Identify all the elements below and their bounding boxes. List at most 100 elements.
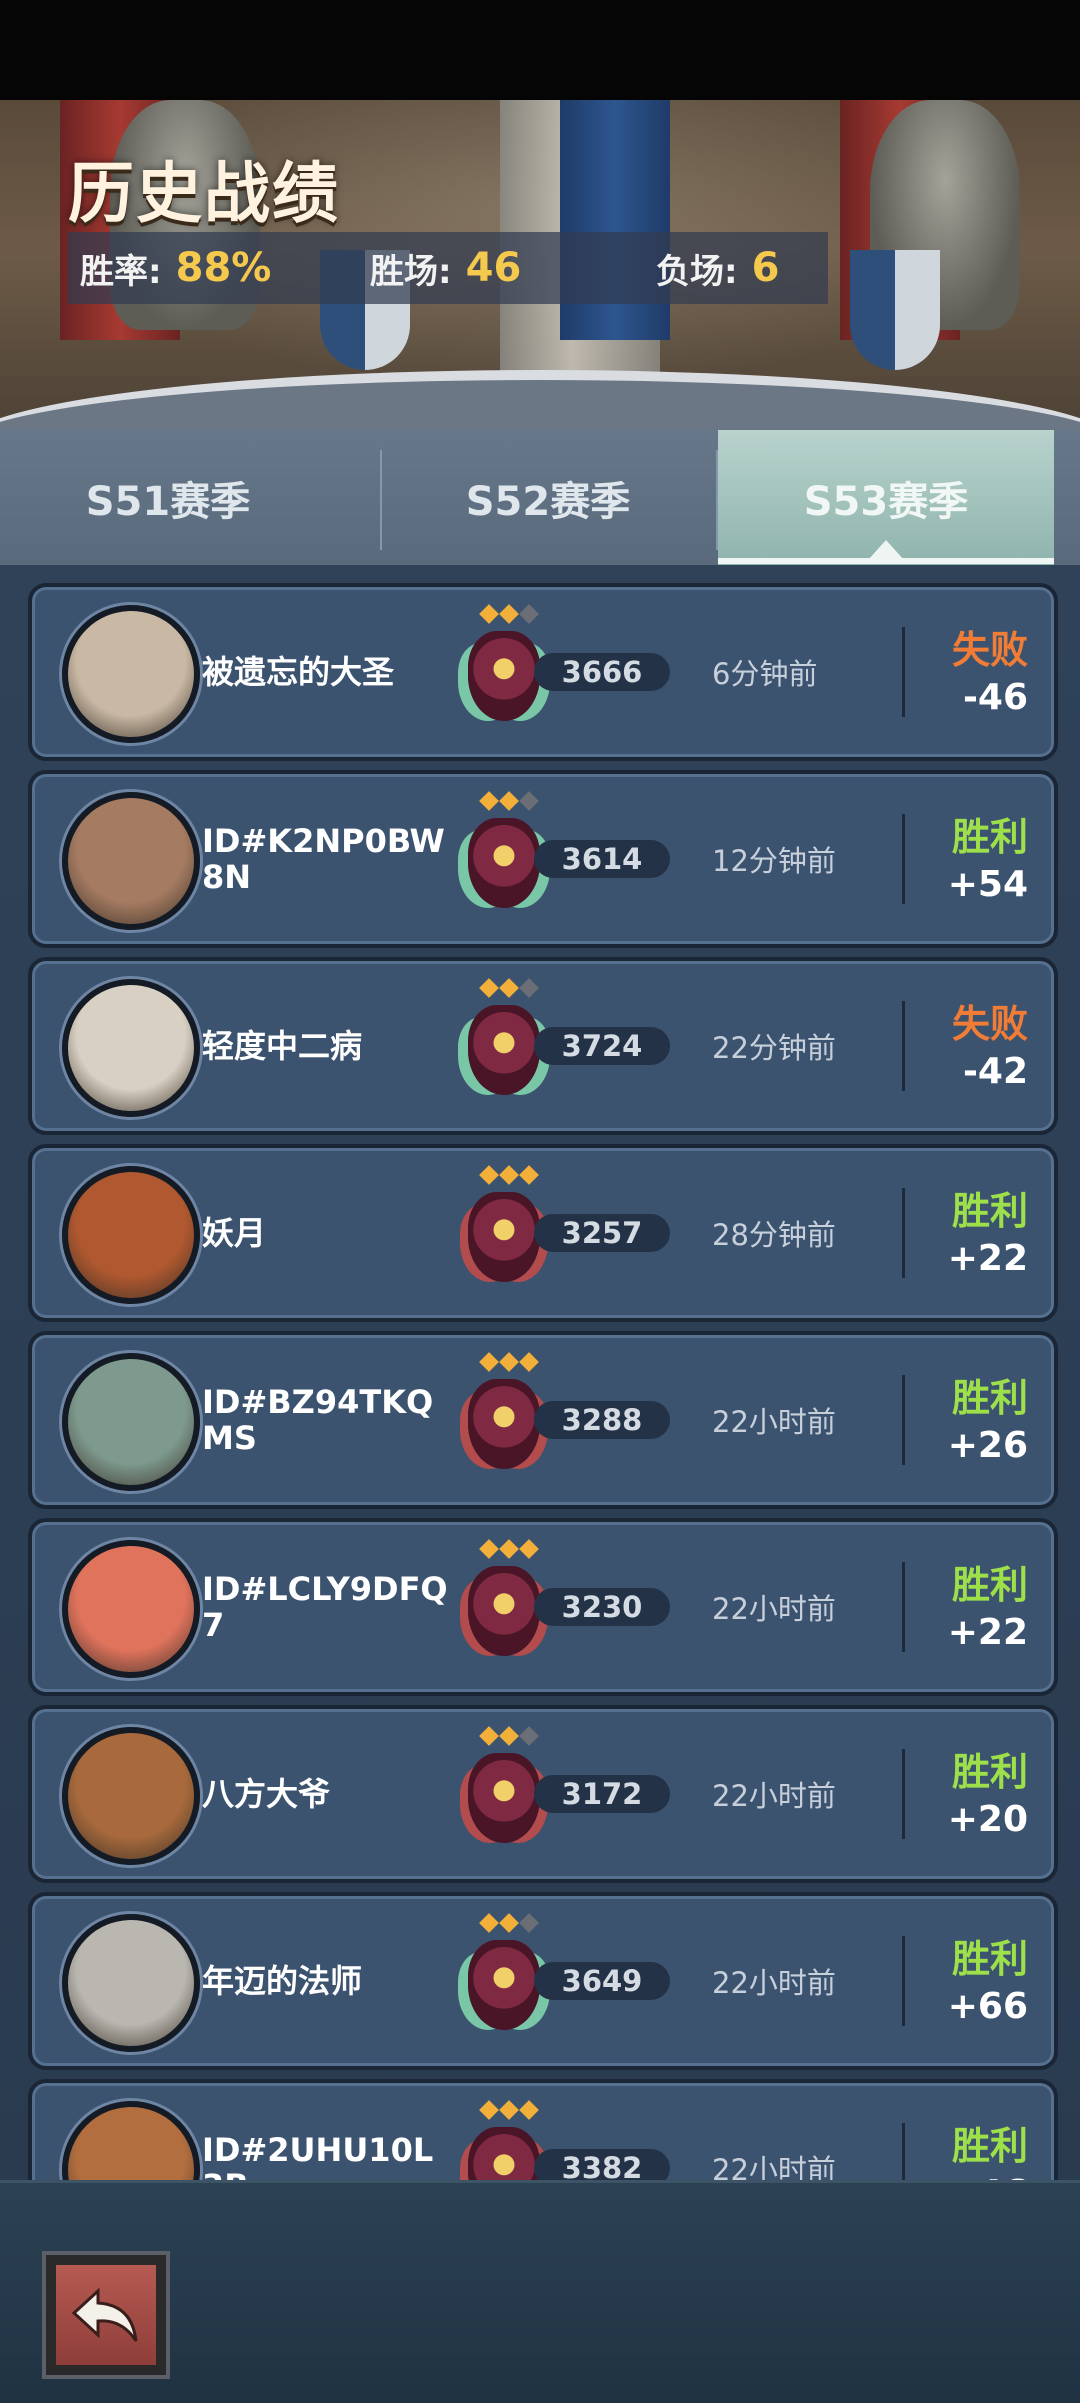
crown-badge-icon — [468, 818, 540, 908]
match-history-list[interactable]: 被遗忘的大圣 3666 6分钟前 失败 -46 ID#K2NP0BW8N 3614 12分钟前… — [0, 565, 1080, 2180]
match-card[interactable]: 妖月 3257 28分钟前 胜利 +22 — [28, 1144, 1058, 1322]
card-divider — [902, 1188, 905, 1278]
rank-star-icon — [519, 604, 539, 624]
rank-star-icon — [519, 1539, 539, 1559]
rank-star-icon — [499, 978, 519, 998]
player-avatar[interactable] — [62, 1540, 200, 1678]
player-name: 年迈的法师 — [202, 1962, 363, 2000]
match-time: 12分钟前 — [712, 844, 836, 878]
rank-star-icon — [479, 791, 499, 811]
shield-decoration — [850, 250, 940, 370]
player-name: ID#BZ94TKQMS — [202, 1383, 434, 1457]
rank-score: 3666 — [534, 653, 670, 691]
tab-s52[interactable]: S52赛季 — [380, 430, 716, 565]
season-tabs: S51赛季 S52赛季 S53赛季 — [0, 430, 1080, 565]
banner-curtain — [560, 100, 670, 340]
page-title: 历史战绩 — [68, 155, 340, 232]
match-time: 22分钟前 — [712, 1031, 836, 1065]
footer-bar — [0, 2180, 1080, 2403]
tab-s51[interactable]: S51赛季 — [0, 430, 336, 565]
player-avatar[interactable] — [62, 1727, 200, 1865]
match-result: 胜利 — [951, 1937, 1028, 1981]
crown-badge-icon — [468, 1192, 540, 1282]
rank-star-icon — [519, 978, 539, 998]
match-card[interactable]: ID#K2NP0BW8N 3614 12分钟前 胜利 +54 — [28, 770, 1058, 948]
match-result: 胜利 — [951, 1189, 1028, 1233]
wins-stat: 胜场: 46 — [370, 244, 521, 293]
player-avatar[interactable] — [62, 792, 200, 930]
player-avatar[interactable] — [62, 605, 200, 743]
banner-arch — [0, 370, 1080, 430]
tab-selected-arrow-icon — [868, 540, 904, 560]
rank-score: 3257 — [534, 1214, 670, 1252]
score-change: +46 — [948, 2173, 1028, 2180]
player-avatar[interactable] — [62, 979, 200, 1117]
match-card[interactable]: ID#2UHU10L3B 3382 22小时前 胜利 +46 — [28, 2079, 1058, 2180]
player-avatar[interactable] — [62, 1166, 200, 1304]
match-time: 22小时前 — [712, 1966, 836, 2000]
crown-badge-icon — [468, 1753, 540, 1843]
crown-badge-icon — [468, 1379, 540, 1469]
rank-star-icon — [499, 1913, 519, 1933]
back-button-face — [56, 2265, 156, 2365]
rank-star-icon — [499, 604, 519, 624]
rank-star-icon — [499, 1539, 519, 1559]
match-card[interactable]: ID#LCLY9DFQ7 3230 22小时前 胜利 +22 — [28, 1518, 1058, 1696]
rank-star-icon — [519, 2100, 539, 2120]
card-divider — [902, 814, 905, 904]
match-card[interactable]: 年迈的法师 3649 22小时前 胜利 +66 — [28, 1892, 1058, 2070]
rank-score: 3288 — [534, 1401, 670, 1439]
match-card[interactable]: 被遗忘的大圣 3666 6分钟前 失败 -46 — [28, 583, 1058, 761]
rank-star-icon — [479, 604, 499, 624]
rank-score: 3724 — [534, 1027, 670, 1065]
match-result: 胜利 — [951, 1563, 1028, 1607]
card-divider — [902, 1375, 905, 1465]
stats-bar: 胜率: 88% 胜场: 46 负场: 6 — [68, 232, 828, 304]
match-result: 失败 — [951, 628, 1028, 672]
wins-value: 46 — [465, 245, 522, 291]
rank-score: 3230 — [534, 1588, 670, 1626]
match-card[interactable]: ID#BZ94TKQMS 3288 22小时前 胜利 +26 — [28, 1331, 1058, 1509]
win-rate-stat: 胜率: 88% — [80, 244, 271, 293]
score-change: -46 — [962, 677, 1028, 718]
rank-star-icon — [499, 2100, 519, 2120]
win-rate-label: 胜率: — [80, 251, 162, 292]
rank-score: 3614 — [534, 840, 670, 878]
losses-stat: 负场: 6 — [656, 244, 779, 293]
crown-badge-icon — [468, 2127, 540, 2180]
match-time: 22小时前 — [712, 1592, 836, 1626]
rank-star-icon — [519, 791, 539, 811]
player-avatar[interactable] — [62, 2101, 200, 2180]
player-name: 妖月 — [202, 1214, 267, 1252]
back-button[interactable] — [42, 2251, 170, 2379]
score-change: -42 — [962, 1051, 1028, 1092]
rank-star-icon — [479, 1913, 499, 1933]
card-divider — [902, 2123, 905, 2180]
player-avatar[interactable] — [62, 1353, 200, 1491]
card-divider — [902, 1936, 905, 2026]
match-time: 22小时前 — [712, 1405, 836, 1439]
back-arrow-icon — [71, 2287, 138, 2342]
match-time: 22小时前 — [712, 2153, 836, 2180]
rank-star-icon — [479, 978, 499, 998]
rank-score: 3172 — [534, 1775, 670, 1813]
match-card[interactable]: 轻度中二病 3724 22分钟前 失败 -42 — [28, 957, 1058, 1135]
crown-badge-icon — [468, 1566, 540, 1656]
rank-star-icon — [519, 1352, 539, 1372]
player-avatar[interactable] — [62, 1914, 200, 2052]
match-result: 胜利 — [951, 1376, 1028, 1420]
rank-star-icon — [479, 1726, 499, 1746]
match-card[interactable]: 八方大爷 3172 22小时前 胜利 +20 — [28, 1705, 1058, 1883]
match-result: 胜利 — [951, 2124, 1028, 2168]
card-divider — [902, 1749, 905, 1839]
card-divider — [902, 627, 905, 717]
rank-star-icon — [479, 1165, 499, 1185]
score-change: +66 — [947, 1986, 1028, 2027]
rank-score: 3649 — [534, 1962, 670, 2000]
rank-star-icon — [479, 2100, 499, 2120]
card-divider — [902, 1001, 905, 1091]
match-time: 22小时前 — [712, 1779, 836, 1813]
score-change: +26 — [947, 1425, 1028, 1466]
match-time: 6分钟前 — [712, 657, 818, 691]
score-change: +54 — [947, 864, 1028, 905]
